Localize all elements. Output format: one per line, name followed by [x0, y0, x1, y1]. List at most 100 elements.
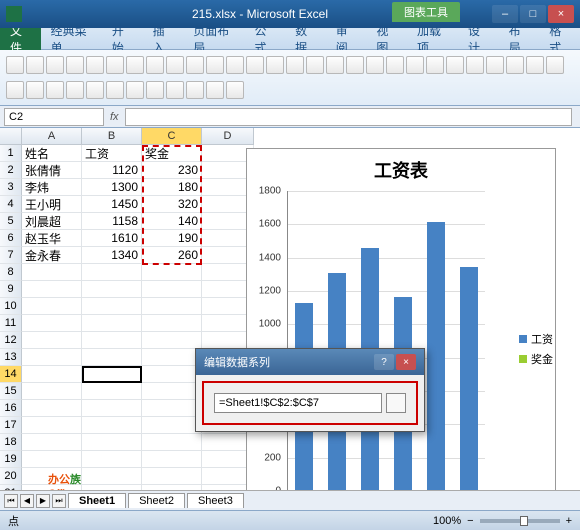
cell[interactable]: 赵玉华	[22, 230, 82, 247]
formula-bar[interactable]	[125, 108, 572, 126]
column-header[interactable]: B	[82, 128, 142, 145]
column-header[interactable]	[0, 128, 22, 145]
tool-icon[interactable]	[66, 81, 84, 99]
tool-icon[interactable]	[426, 56, 444, 74]
cell[interactable]	[82, 332, 142, 349]
cell[interactable]	[82, 366, 142, 383]
row-header[interactable]: 19	[0, 451, 22, 468]
cell[interactable]	[142, 315, 202, 332]
tool-icon[interactable]	[386, 56, 404, 74]
cell[interactable]	[22, 366, 82, 383]
cell[interactable]	[142, 366, 202, 383]
cell[interactable]	[142, 281, 202, 298]
cell[interactable]: 1158	[82, 213, 142, 230]
sheet-nav-next-icon[interactable]: ▶	[36, 494, 50, 508]
cell[interactable]: 1300	[82, 179, 142, 196]
tool-icon[interactable]	[506, 56, 524, 74]
tool-icon[interactable]	[46, 81, 64, 99]
cell[interactable]: 180	[142, 179, 202, 196]
row-header[interactable]: 7	[0, 247, 22, 264]
cell[interactable]	[82, 298, 142, 315]
row-header[interactable]: 18	[0, 434, 22, 451]
cell[interactable]	[82, 400, 142, 417]
cell[interactable]	[82, 264, 142, 281]
tool-icon[interactable]	[406, 56, 424, 74]
cell[interactable]	[142, 264, 202, 281]
cell[interactable]	[142, 400, 202, 417]
tool-icon[interactable]	[346, 56, 364, 74]
cell[interactable]	[22, 400, 82, 417]
row-header[interactable]: 3	[0, 179, 22, 196]
cell[interactable]: 190	[142, 230, 202, 247]
row-header[interactable]: 9	[0, 281, 22, 298]
row-header[interactable]: 14	[0, 366, 22, 383]
sheet-nav-prev-icon[interactable]: ◀	[20, 494, 34, 508]
row-header[interactable]: 12	[0, 332, 22, 349]
series-range-input[interactable]	[214, 393, 382, 413]
row-header[interactable]: 17	[0, 417, 22, 434]
bar[interactable]	[427, 222, 445, 490]
dialog-titlebar[interactable]: 编辑数据系列 ? ×	[196, 349, 424, 375]
cell[interactable]: 140	[142, 213, 202, 230]
tool-icon[interactable]	[66, 56, 84, 74]
dialog-close-button[interactable]: ×	[396, 354, 416, 370]
maximize-button[interactable]: □	[520, 5, 546, 23]
tool-icon[interactable]	[146, 81, 164, 99]
sheet-tab-2[interactable]: Sheet2	[128, 493, 185, 508]
sheet-nav-last-icon[interactable]: ⏭	[52, 494, 66, 508]
cell[interactable]	[22, 264, 82, 281]
row-header[interactable]: 21	[0, 485, 22, 490]
tool-icon[interactable]	[126, 56, 144, 74]
cell[interactable]	[22, 349, 82, 366]
cell[interactable]: 金永春	[22, 247, 82, 264]
cell[interactable]	[82, 349, 142, 366]
tool-icon[interactable]	[466, 56, 484, 74]
close-button[interactable]: ×	[548, 5, 574, 23]
row-header[interactable]: 10	[0, 298, 22, 315]
embedded-chart[interactable]: 工资表 020040060080010001200140016001800 张倩…	[246, 148, 556, 490]
tool-icon[interactable]	[106, 56, 124, 74]
cell[interactable]: 李炜	[22, 179, 82, 196]
cell[interactable]	[142, 298, 202, 315]
cell[interactable]	[22, 298, 82, 315]
tool-icon[interactable]	[206, 56, 224, 74]
cell[interactable]: 姓名	[22, 145, 82, 162]
cell[interactable]	[22, 281, 82, 298]
zoom-in-button[interactable]: +	[566, 515, 572, 527]
zoom-out-button[interactable]: −	[467, 515, 473, 527]
cell[interactable]	[142, 434, 202, 451]
tool-icon[interactable]	[306, 56, 324, 74]
zoom-level[interactable]: 100%	[433, 515, 461, 527]
cell[interactable]	[22, 332, 82, 349]
cell[interactable]: 王小明	[22, 196, 82, 213]
sheet-tab-1[interactable]: Sheet1	[68, 493, 126, 508]
tool-icon[interactable]	[486, 56, 504, 74]
name-box[interactable]: C2	[4, 108, 104, 126]
minimize-button[interactable]: –	[492, 5, 518, 23]
cell[interactable]: 奖金	[142, 145, 202, 162]
tool-icon[interactable]	[86, 81, 104, 99]
cell[interactable]	[22, 383, 82, 400]
row-header[interactable]: 2	[0, 162, 22, 179]
tool-icon[interactable]	[106, 81, 124, 99]
row-header[interactable]: 15	[0, 383, 22, 400]
cell[interactable]: 刘晨超	[22, 213, 82, 230]
cell[interactable]	[22, 417, 82, 434]
cell[interactable]	[142, 383, 202, 400]
tool-icon[interactable]	[6, 56, 24, 74]
range-selector-icon[interactable]	[386, 393, 406, 413]
tool-icon[interactable]	[86, 56, 104, 74]
cell[interactable]	[82, 281, 142, 298]
tool-icon[interactable]	[146, 56, 164, 74]
tool-icon[interactable]	[46, 56, 64, 74]
dialog-help-button[interactable]: ?	[374, 354, 394, 370]
tool-icon[interactable]	[546, 56, 564, 74]
bar[interactable]	[460, 267, 478, 490]
row-header[interactable]: 4	[0, 196, 22, 213]
tool-icon[interactable]	[446, 56, 464, 74]
cell[interactable]	[82, 434, 142, 451]
zoom-slider[interactable]	[480, 519, 560, 523]
tool-icon[interactable]	[126, 81, 144, 99]
cell[interactable]	[82, 315, 142, 332]
tool-icon[interactable]	[166, 81, 184, 99]
